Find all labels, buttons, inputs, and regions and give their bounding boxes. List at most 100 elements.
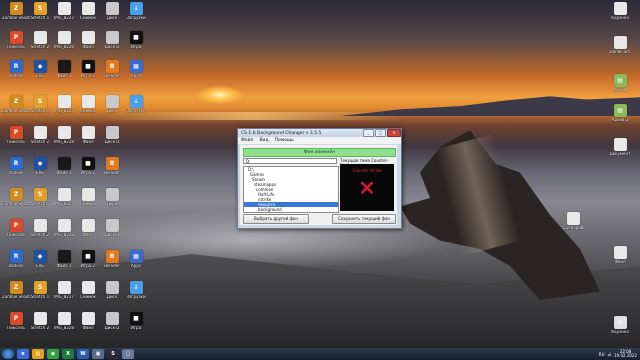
desktop-icon-label: IMG_8227 [54,295,74,299]
desktop-icon-label: Stretch 2 [30,45,50,49]
desktop-icon-label: IMG_8228 [54,45,74,49]
chrome-icon[interactable]: ◉ [47,349,59,359]
excel-icon[interactable]: X [62,349,74,359]
desktop-icon[interactable]: ▦ Apps [122,250,150,269]
folder-tree[interactable]: D:\ Games Steam steamapps common Half-Life cst… [243,166,339,213]
document-icon [613,246,627,259]
app-icon[interactable]: ▣ [92,349,104,359]
desktop-icon-label: Загрузки [126,16,146,20]
desktop-icon[interactable]: ↓ Загрузки [122,2,150,21]
desktop-icon[interactable]: Диск D [98,126,126,145]
maximize-button[interactable]: □ [375,129,386,137]
desktop-icon[interactable]: Корзина [606,2,634,21]
desktop-icon[interactable]: Диск [98,188,126,207]
tree-item[interactable]: ru [244,212,338,213]
app-icon: B [105,157,119,170]
save-background-button[interactable]: Сохранить текущий фон [332,214,396,224]
window-titlebar[interactable]: CS 1.6 Background Changer v 3.5.5 _ □ ✕ [238,129,401,137]
document-icon [81,312,95,325]
desktop-icon[interactable]: Диск D [98,219,126,238]
sun [198,86,242,104]
app-icon: ◆ [33,250,47,263]
download-icon: ↓ [129,95,143,108]
desktop-icon-label: Файл 1 [56,171,72,175]
clock-date: 19.02.2022 [614,353,637,358]
game-icon: ■ [129,312,143,325]
ie-icon[interactable]: e [17,349,29,359]
app-icon: P [9,312,23,325]
desktop-icon-label: Файл [82,326,94,330]
desktop-icon[interactable]: Документ [606,138,634,157]
drive-select[interactable]: D: [243,158,337,164]
desktop-icon-label: Диск D [104,140,120,144]
desktop-icon[interactable]: ♻ Корзина [606,316,634,335]
desktop-icon[interactable]: Сценарий [559,212,587,231]
status-bar: Фон изменён [243,148,396,157]
desktop-icon[interactable]: ■ Игра [122,31,150,50]
desktop-icon[interactable]: ↓ Загрузки [122,281,150,300]
start-button[interactable] [2,349,14,359]
app-icon: ▦ [129,250,143,263]
background-preview: Counter-Strike ✕ [340,164,394,211]
steam-icon[interactable]: S [107,349,119,359]
desktop-icon-label: Диск [106,109,118,113]
app-window[interactable]: CS 1.6 Background Changer v 3.5.5 _ □ ✕ … [237,128,402,229]
video-file-icon [57,157,71,170]
desktop-icon-label: Корзина [611,330,629,334]
explorer-icon[interactable]: ▤ [32,349,44,359]
desktop-icon-label: Снимок [80,295,96,299]
close-button[interactable]: ✕ [387,129,401,137]
desktop-icon[interactable]: ▤ Архив 2 [606,104,634,123]
desktop-icon-label: Bandicam [610,50,630,54]
desktop-icon[interactable]: Bandicam [606,36,634,55]
image-file-icon [57,95,71,108]
desktop-icon[interactable]: ■ Игра [122,312,150,331]
desktop-icon-label: Диск D [104,233,120,237]
game-icon: Z [9,188,23,201]
desktop-icon-label: Документ [609,152,631,156]
archive-icon: ▤ [613,74,627,87]
menu-file[interactable]: Файл [241,138,253,143]
recycle-bin-icon [613,2,627,15]
desktop-icon-label: IMG_8228 [54,140,74,144]
app-icon: ◆ [33,157,47,170]
desktop-icon-label: Apps [131,264,141,268]
desktop-icon-label: IMG_8227 [54,109,74,113]
menu-view[interactable]: Вид [259,138,268,143]
desktop-icon-label: Пиксель [7,45,25,49]
desktop-icon-label: Архив 2 [611,118,629,122]
desktop-icon-label: Stretch 2 [30,326,50,330]
desktop-icon[interactable]: ↓ Загрузки [122,95,150,114]
minimize-button[interactable]: _ [363,129,374,137]
desktop-icon-label: Игра [130,45,142,49]
archive-icon: ▤ [613,104,627,117]
desktop-icon-label: Снимок [80,202,96,206]
desktop-icon[interactable]: B Blender [98,157,126,176]
drive-icon [105,95,119,108]
desktop-icon[interactable]: ▦ Apps [122,60,150,79]
document-icon [33,126,47,139]
image-file-icon [81,281,95,294]
download-icon: ↓ [129,281,143,294]
desktop-icon[interactable]: Файл [606,246,634,265]
word-icon[interactable]: W [77,349,89,359]
language-indicator[interactable]: RU [599,352,605,357]
desktop-icon[interactable]: ▤ Архив [606,74,634,93]
menu-help[interactable]: Помощь [275,138,294,143]
image-file-icon [81,2,95,15]
desktop-icon-label: Radeon [8,74,24,78]
document-icon [81,31,95,44]
volume-icon[interactable]: ◂) [608,352,612,357]
game-icon: ■ [129,31,143,44]
window-icon[interactable]: ▢ [122,349,134,359]
document-icon [81,219,95,232]
clock[interactable]: 22:08 19.02.2022 [614,349,637,359]
desktop-icon-label: Blender [104,264,120,268]
drive-icon [105,188,119,201]
document-icon [33,219,47,232]
image-file-icon [57,188,71,201]
pick-background-button[interactable]: Выбрать другой фон [243,214,309,224]
desktop-icon-label: Apps [131,74,141,78]
drive-icon [105,312,119,325]
desktop-icon-label: Blender [104,171,120,175]
